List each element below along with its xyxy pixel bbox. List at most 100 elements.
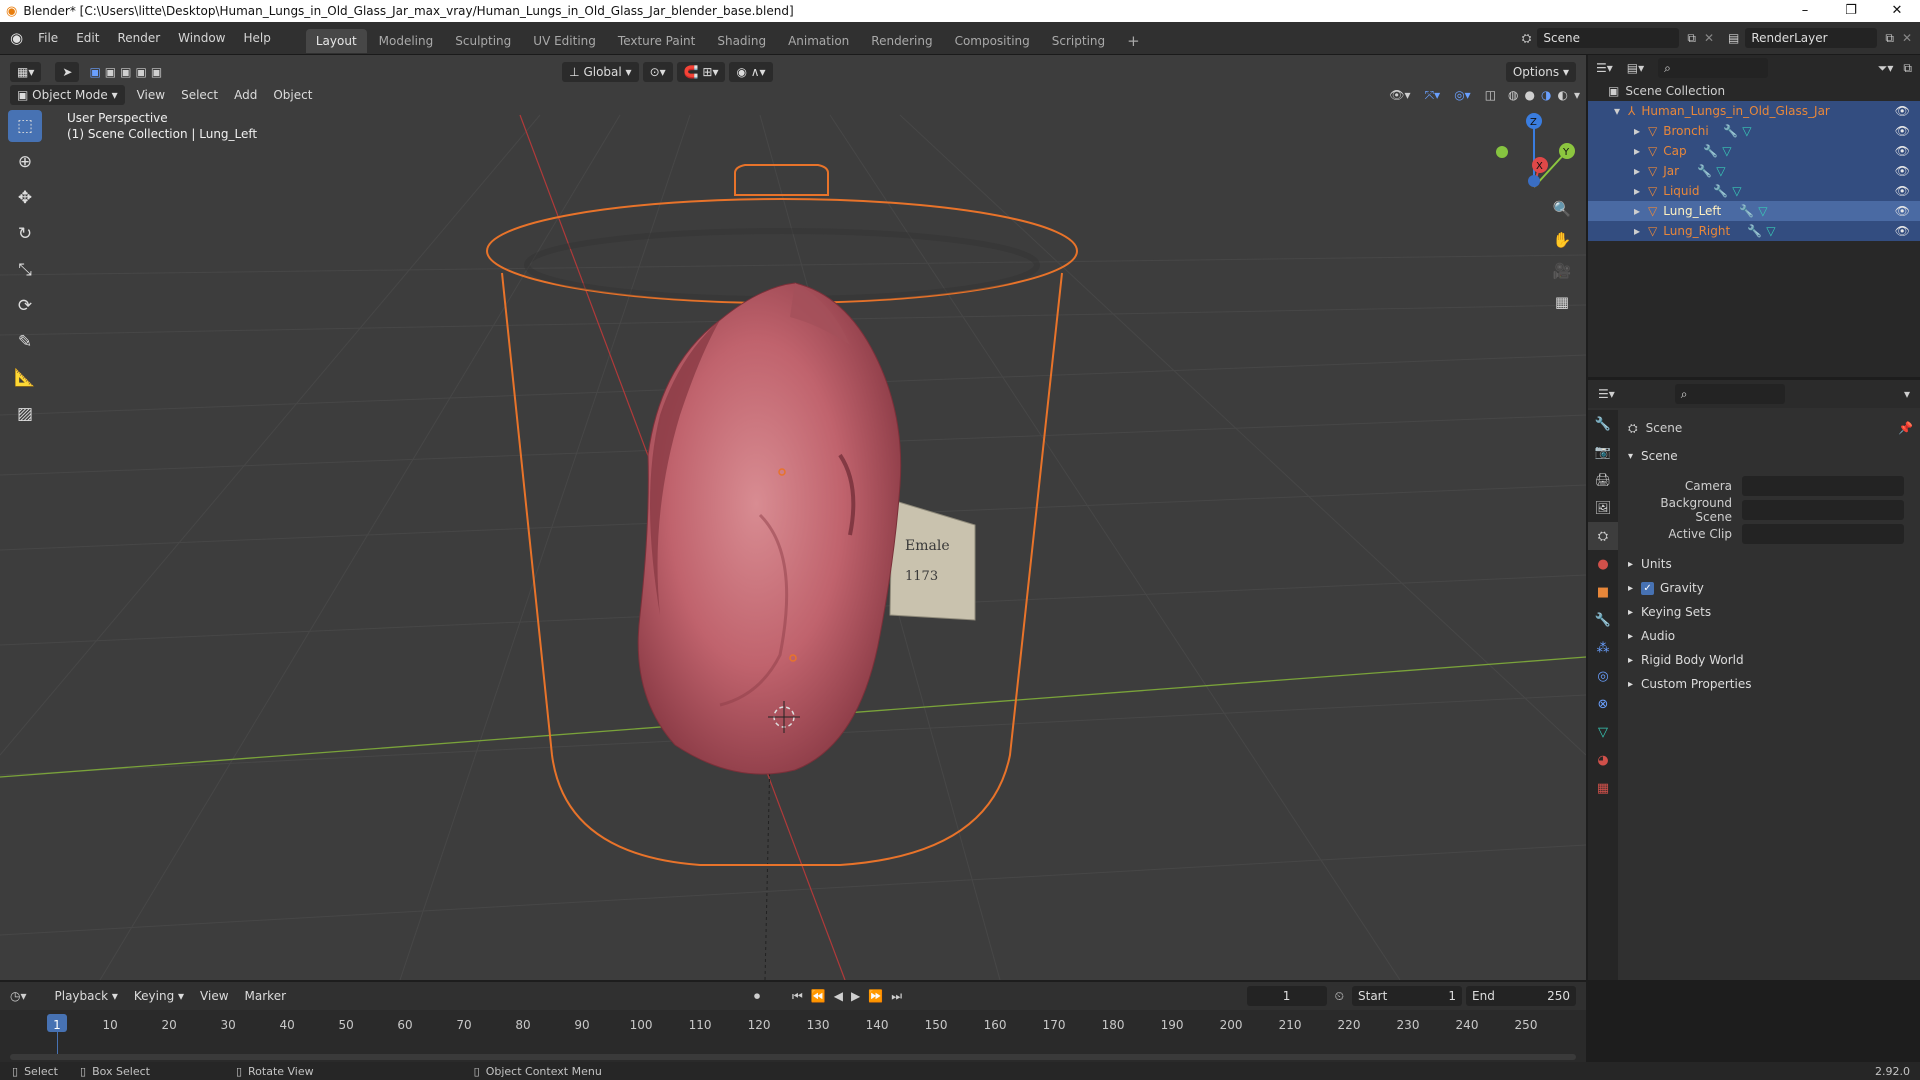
viewlayer-icon[interactable]: ▤ [1728, 31, 1739, 45]
add-workspace-button[interactable]: + [1117, 29, 1150, 53]
properties-search-input[interactable]: ⌕ [1674, 384, 1785, 404]
3d-viewport[interactable]: Emale 1173 Z Y X ▦▾ ➤ ▣ ▣ ▣ ▣ ▣ ⊥ Global… [0, 55, 1586, 980]
navigation-gizmo[interactable]: Z Y X [1496, 113, 1575, 188]
physics-tab-icon[interactable]: ◎ [1588, 662, 1618, 690]
section-keying-sets[interactable]: ▸ Keying Sets [1628, 600, 1913, 624]
modifier-wrench-icon[interactable]: 🔧 [1713, 184, 1728, 198]
shading-material-icon[interactable]: ◑ [1541, 88, 1551, 102]
select-box-tool-icon[interactable]: ⬚ [8, 110, 42, 142]
new-collection-icon[interactable]: ⧉ [1903, 61, 1912, 76]
tab-texture-paint[interactable]: Texture Paint [608, 29, 705, 53]
blender-menu-icon[interactable]: ◉ [10, 29, 23, 47]
outliner-item-liquid[interactable]: ▸ ▽ Liquid 🔧 ▽ 👁 [1588, 181, 1920, 201]
transform-orientation-dropdown[interactable]: ⊥ Global ▾ [562, 62, 639, 82]
menu-window[interactable]: Window [169, 22, 234, 55]
outliner-row-scene-collection[interactable]: ▣ Scene Collection [1588, 81, 1920, 101]
expand-arrow-icon[interactable]: ▸ [1634, 204, 1640, 218]
tab-sculpting[interactable]: Sculpting [445, 29, 521, 53]
constraints-tab-icon[interactable]: ⊗ [1588, 690, 1618, 718]
pivot-point-icon[interactable]: ⊙▾ [642, 62, 673, 82]
move-tool-icon[interactable]: ✥ [8, 182, 42, 214]
maximize-button[interactable]: ❐ [1828, 0, 1874, 22]
outliner-item-lung-right[interactable]: ▸ ▽ Lung_Right 🔧 ▽ 👁 [1588, 221, 1920, 241]
close-button[interactable]: ✕ [1874, 0, 1920, 22]
gravity-checkbox[interactable]: ✓ [1641, 581, 1655, 595]
material-tab-icon[interactable]: ◕ [1588, 746, 1618, 774]
properties-options-icon[interactable]: ▾ [1904, 387, 1910, 401]
tab-rendering[interactable]: Rendering [861, 29, 942, 53]
object-mode-dropdown[interactable]: ▣ Object Mode ▾ [10, 85, 125, 105]
tab-modeling[interactable]: Modeling [369, 29, 444, 53]
mesh-data-icon[interactable]: ▽ [1716, 164, 1725, 178]
shading-solid-icon[interactable]: ● [1525, 88, 1535, 102]
expand-arrow-icon[interactable]: ▸ [1634, 164, 1640, 178]
delete-viewlayer-icon[interactable]: ✕ [1902, 31, 1912, 45]
modifier-wrench-icon[interactable]: 🔧 [1739, 204, 1754, 218]
filter-icon[interactable]: ⏷▾ [1878, 61, 1894, 76]
object-tab-icon[interactable]: ■ [1588, 578, 1618, 606]
shading-wireframe-icon[interactable]: ◍ [1508, 88, 1518, 102]
select-mode-icon[interactable]: ➤ [55, 62, 80, 82]
menu-help[interactable]: Help [235, 22, 280, 55]
section-custom-properties[interactable]: ▸ Custom Properties [1628, 672, 1913, 696]
modifier-wrench-icon[interactable]: 🔧 [1723, 124, 1738, 138]
visibility-eye-icon[interactable]: 👁 [1895, 124, 1910, 138]
delete-scene-icon[interactable]: ✕ [1704, 31, 1714, 45]
active-clip-field[interactable] [1742, 524, 1904, 544]
shading-options-icon[interactable]: ▾ [1574, 88, 1580, 102]
minimize-button[interactable]: – [1782, 0, 1828, 22]
outliner-editor-icon[interactable]: ☰▾ [1596, 61, 1613, 75]
mesh-data-icon[interactable]: ▽ [1766, 224, 1775, 238]
scene-tab-icon[interactable]: ⛭ [1588, 522, 1618, 550]
modifier-wrench-icon[interactable]: 🔧 [1747, 224, 1762, 238]
select-box-intersect-icon[interactable]: ▣ [151, 65, 162, 79]
scene-panel-header[interactable]: ▾ Scene [1628, 444, 1913, 468]
overlay-toggle-icon[interactable]: ◎▾ [1454, 88, 1471, 102]
section-audio[interactable]: ▸ Audio [1628, 624, 1913, 648]
display-mode-icon[interactable]: ▤▾ [1627, 61, 1644, 75]
texture-tab-icon[interactable]: ▦ [1588, 774, 1618, 802]
menu-file[interactable]: File [29, 22, 67, 55]
viewport-menu-select[interactable]: Select [173, 85, 226, 105]
modifier-tab-icon[interactable]: 🔧 [1588, 606, 1618, 634]
pin-icon[interactable]: 📌 [1898, 421, 1913, 435]
camera-field[interactable] [1742, 476, 1904, 496]
mesh-data-icon[interactable]: ▽ [1742, 124, 1751, 138]
transform-tool-icon[interactable]: ⟳ [8, 290, 42, 322]
timeline-scrollbar[interactable] [10, 1054, 1576, 1060]
zoom-icon[interactable]: 🔍 [1548, 195, 1576, 223]
editor-type-icon[interactable]: ▦▾ [10, 62, 42, 82]
visibility-eye-icon[interactable]: 👁 [1895, 144, 1910, 158]
options-dropdown[interactable]: Options ▾ [1505, 62, 1576, 82]
select-box-new-icon[interactable]: ▣ [89, 65, 100, 79]
xray-toggle-icon[interactable]: ◫ [1485, 88, 1496, 102]
menu-render[interactable]: Render [108, 22, 169, 55]
modifier-wrench-icon[interactable]: 🔧 [1697, 164, 1712, 178]
background-scene-field[interactable] [1742, 500, 1904, 520]
select-box-invert-icon[interactable]: ▣ [135, 65, 146, 79]
tab-animation[interactable]: Animation [778, 29, 859, 53]
properties-editor-icon[interactable]: ☰▾ [1598, 387, 1615, 401]
view-layer-tab-icon[interactable]: 🖼 [1588, 494, 1618, 522]
tab-compositing[interactable]: Compositing [945, 29, 1040, 53]
section-units[interactable]: ▸ Units [1628, 552, 1913, 576]
expand-arrow-icon[interactable]: ▸ [1634, 144, 1640, 158]
visibility-eye-icon[interactable]: 👁 [1895, 184, 1910, 198]
particles-tab-icon[interactable]: ⁂ [1588, 634, 1618, 662]
section-gravity[interactable]: ▸ ✓ Gravity [1628, 576, 1913, 600]
visibility-eye-icon[interactable]: 👁 [1895, 104, 1910, 118]
render-tab-icon[interactable]: 📷 [1588, 438, 1618, 466]
new-scene-icon[interactable]: ⧉ [1687, 31, 1696, 46]
lung-left-mesh[interactable] [637, 282, 902, 775]
cursor-tool-icon[interactable]: ⊕ [8, 146, 42, 178]
snap-icon[interactable]: 🧲 ⊞▾ [676, 62, 726, 82]
section-rigid-body-world[interactable]: ▸ Rigid Body World [1628, 648, 1913, 672]
pan-hand-icon[interactable]: ✋ [1548, 226, 1576, 254]
outliner-item-cap[interactable]: ▸ ▽ Cap 🔧 ▽ 👁 [1588, 141, 1920, 161]
tool-tab-icon[interactable]: 🔧 [1588, 410, 1618, 438]
data-tab-icon[interactable]: ▽ [1588, 718, 1618, 746]
select-box-subtract-icon[interactable]: ▣ [120, 65, 131, 79]
annotate-tool-icon[interactable]: ✎ [8, 326, 42, 358]
timeline-ruler[interactable]: 1 10 20 30 40 50 60 70 80 90 100 110 120 130 140 150 160… [0, 982, 1586, 1062]
scale-tool-icon[interactable]: ⤡ [8, 254, 42, 286]
